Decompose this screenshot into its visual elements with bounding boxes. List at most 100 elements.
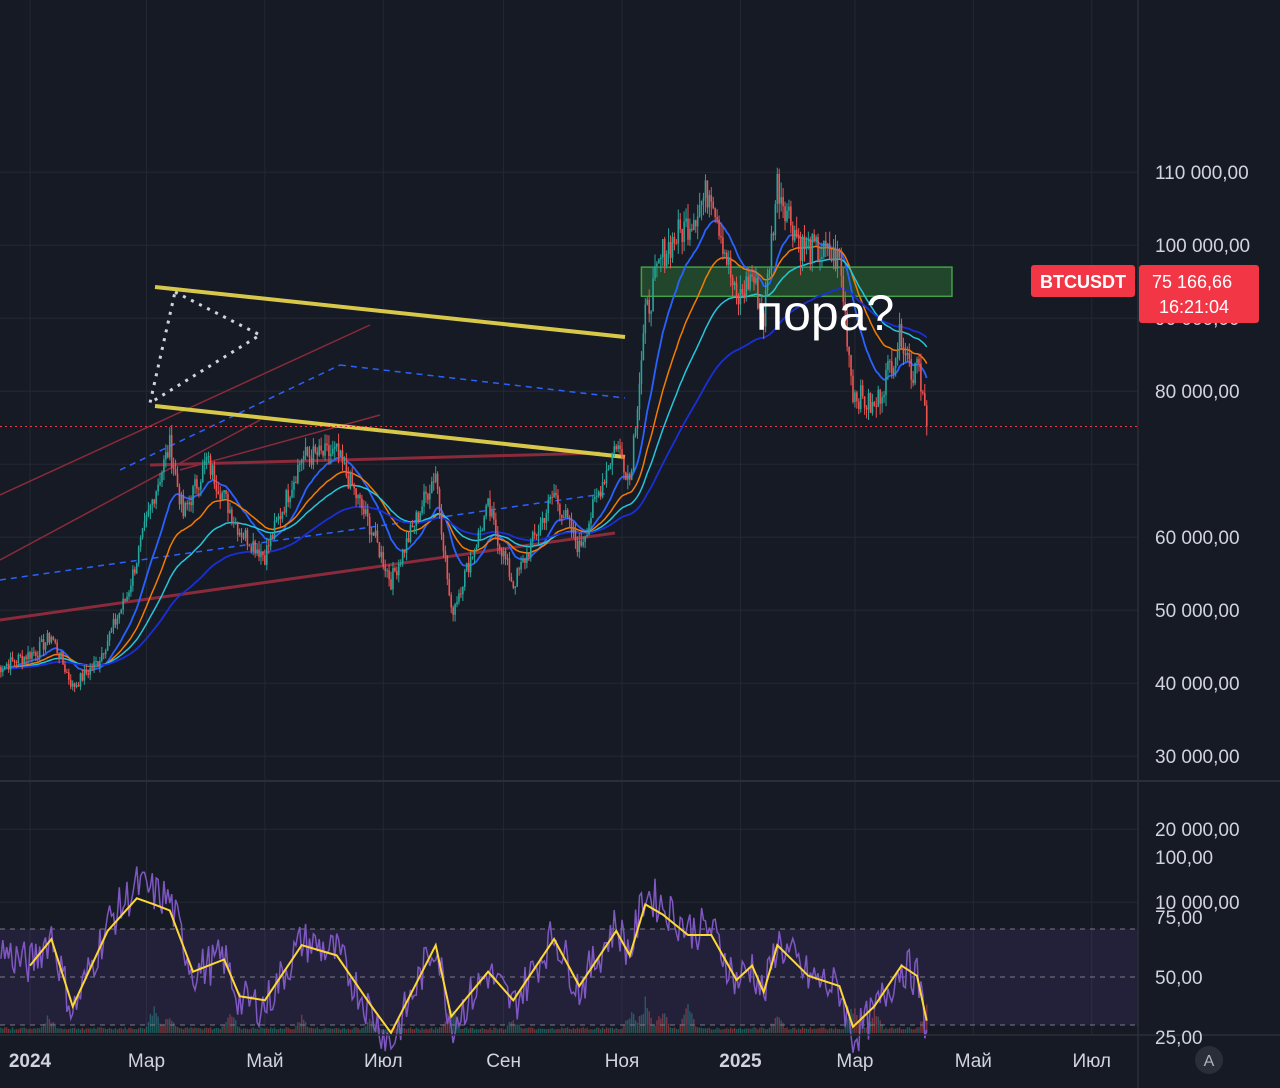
volume-bar <box>285 1027 287 1033</box>
candle-body <box>450 595 452 608</box>
volume-bar <box>586 1027 588 1033</box>
last-price-tag[interactable]: 75 166,66 16:21:04 <box>1139 265 1259 323</box>
volume-bar <box>15 1029 18 1033</box>
candle-body <box>302 455 305 460</box>
volume-bar <box>349 1029 351 1033</box>
candle-body <box>15 662 18 664</box>
candle-body <box>780 197 782 204</box>
candle-body <box>176 473 179 487</box>
candle-body <box>316 451 319 456</box>
candle-body <box>906 352 909 356</box>
volume-bar <box>728 1028 730 1033</box>
candle-body <box>273 520 276 538</box>
candle-body <box>902 346 905 354</box>
auto-scale-button[interactable]: A <box>1195 1046 1223 1074</box>
btc-chart[interactable]: пора? 10 000,0020 000,0030 000,0040 000,… <box>0 0 1280 1088</box>
volume-bar <box>730 1027 732 1033</box>
candle-body <box>887 361 889 370</box>
candle-body <box>920 363 922 392</box>
candle-body <box>473 549 476 557</box>
volume-bar <box>353 1027 355 1033</box>
time-tick-label: Июл <box>364 1051 403 1072</box>
candle-body <box>374 530 377 536</box>
candle-body <box>297 464 299 484</box>
volume-bar <box>13 1029 16 1033</box>
candle-body <box>35 652 37 656</box>
candle-body <box>801 236 804 262</box>
volume-bar <box>803 1028 806 1033</box>
candle-body <box>42 639 45 650</box>
volume-bar <box>75 1029 78 1033</box>
candle-body <box>328 445 330 457</box>
candle-body <box>599 491 602 497</box>
volume-bar <box>205 1027 208 1033</box>
candle-body <box>778 173 781 204</box>
volume-bar <box>213 1028 216 1033</box>
rsi-axis[interactable]: 25,00 50,00 75,00 100,00 <box>1155 848 1213 1049</box>
time-tick-label: 2025 <box>719 1051 762 1072</box>
candle-body <box>704 180 707 198</box>
volume-bar <box>27 1029 29 1033</box>
candle-body <box>858 401 860 410</box>
volume-bar <box>609 1027 612 1033</box>
candle-body <box>409 525 412 542</box>
candle-body <box>850 355 852 376</box>
volume-bar <box>203 1027 206 1033</box>
ema-long-line <box>0 287 928 670</box>
volume-bar <box>281 1028 284 1033</box>
volume-bar <box>714 1029 716 1033</box>
volume-bar <box>533 1029 536 1033</box>
volume-bar <box>469 1027 472 1033</box>
candle-body <box>132 569 134 586</box>
candle-body <box>73 683 76 687</box>
candle-body <box>861 385 864 397</box>
volume-bar <box>361 1028 363 1033</box>
candle-body <box>793 229 796 241</box>
volume-bar <box>60 1028 62 1033</box>
candle-body <box>207 456 210 458</box>
candle-body <box>242 537 245 539</box>
candle-body <box>192 486 194 506</box>
volume-bar <box>543 1028 546 1033</box>
candle-body <box>269 535 272 547</box>
volume-bar <box>477 1029 480 1033</box>
volume-bar <box>797 1028 800 1033</box>
candle-body <box>807 239 810 241</box>
volume-bar <box>813 1028 815 1033</box>
volume-bar <box>415 1027 417 1033</box>
candle-body <box>533 532 536 535</box>
candle-body <box>912 379 914 384</box>
volume-bar <box>324 1027 326 1033</box>
volume-bar <box>64 1028 66 1033</box>
volume-bar <box>56 1028 58 1033</box>
volume-bar <box>7 1028 10 1033</box>
candle-body <box>262 551 264 556</box>
annotation-text[interactable]: пора? <box>756 285 894 341</box>
candle-body <box>128 592 130 597</box>
candle-body <box>308 455 311 458</box>
candle-body <box>256 549 258 554</box>
candle-body <box>279 516 282 519</box>
candle-body <box>118 613 121 619</box>
candle-body <box>828 243 831 259</box>
volume-bar <box>592 1029 594 1033</box>
candle-body <box>869 392 872 413</box>
candle-body <box>349 472 352 489</box>
candle-body <box>873 402 876 407</box>
volume-bar <box>434 1027 437 1033</box>
candle-body <box>570 518 573 533</box>
candle-body <box>194 479 196 487</box>
candle-body <box>539 522 542 532</box>
volume-bar <box>326 1028 328 1033</box>
symbol-tag[interactable]: BTCUSDT <box>1031 265 1135 297</box>
time-tick-label: Май <box>246 1051 283 1072</box>
volume-bar <box>79 1029 82 1033</box>
time-axis[interactable]: 2024 Мар Май Июл Сен Ноя 2025 Мар Май Июл <box>9 1051 1111 1072</box>
candle-body <box>462 587 464 595</box>
volume-bar <box>896 1028 899 1033</box>
candle-body <box>691 228 693 231</box>
volume-bar <box>766 1028 769 1033</box>
candle-body <box>510 576 513 582</box>
volume-bar <box>273 1027 276 1033</box>
volume-bar <box>471 1027 474 1033</box>
